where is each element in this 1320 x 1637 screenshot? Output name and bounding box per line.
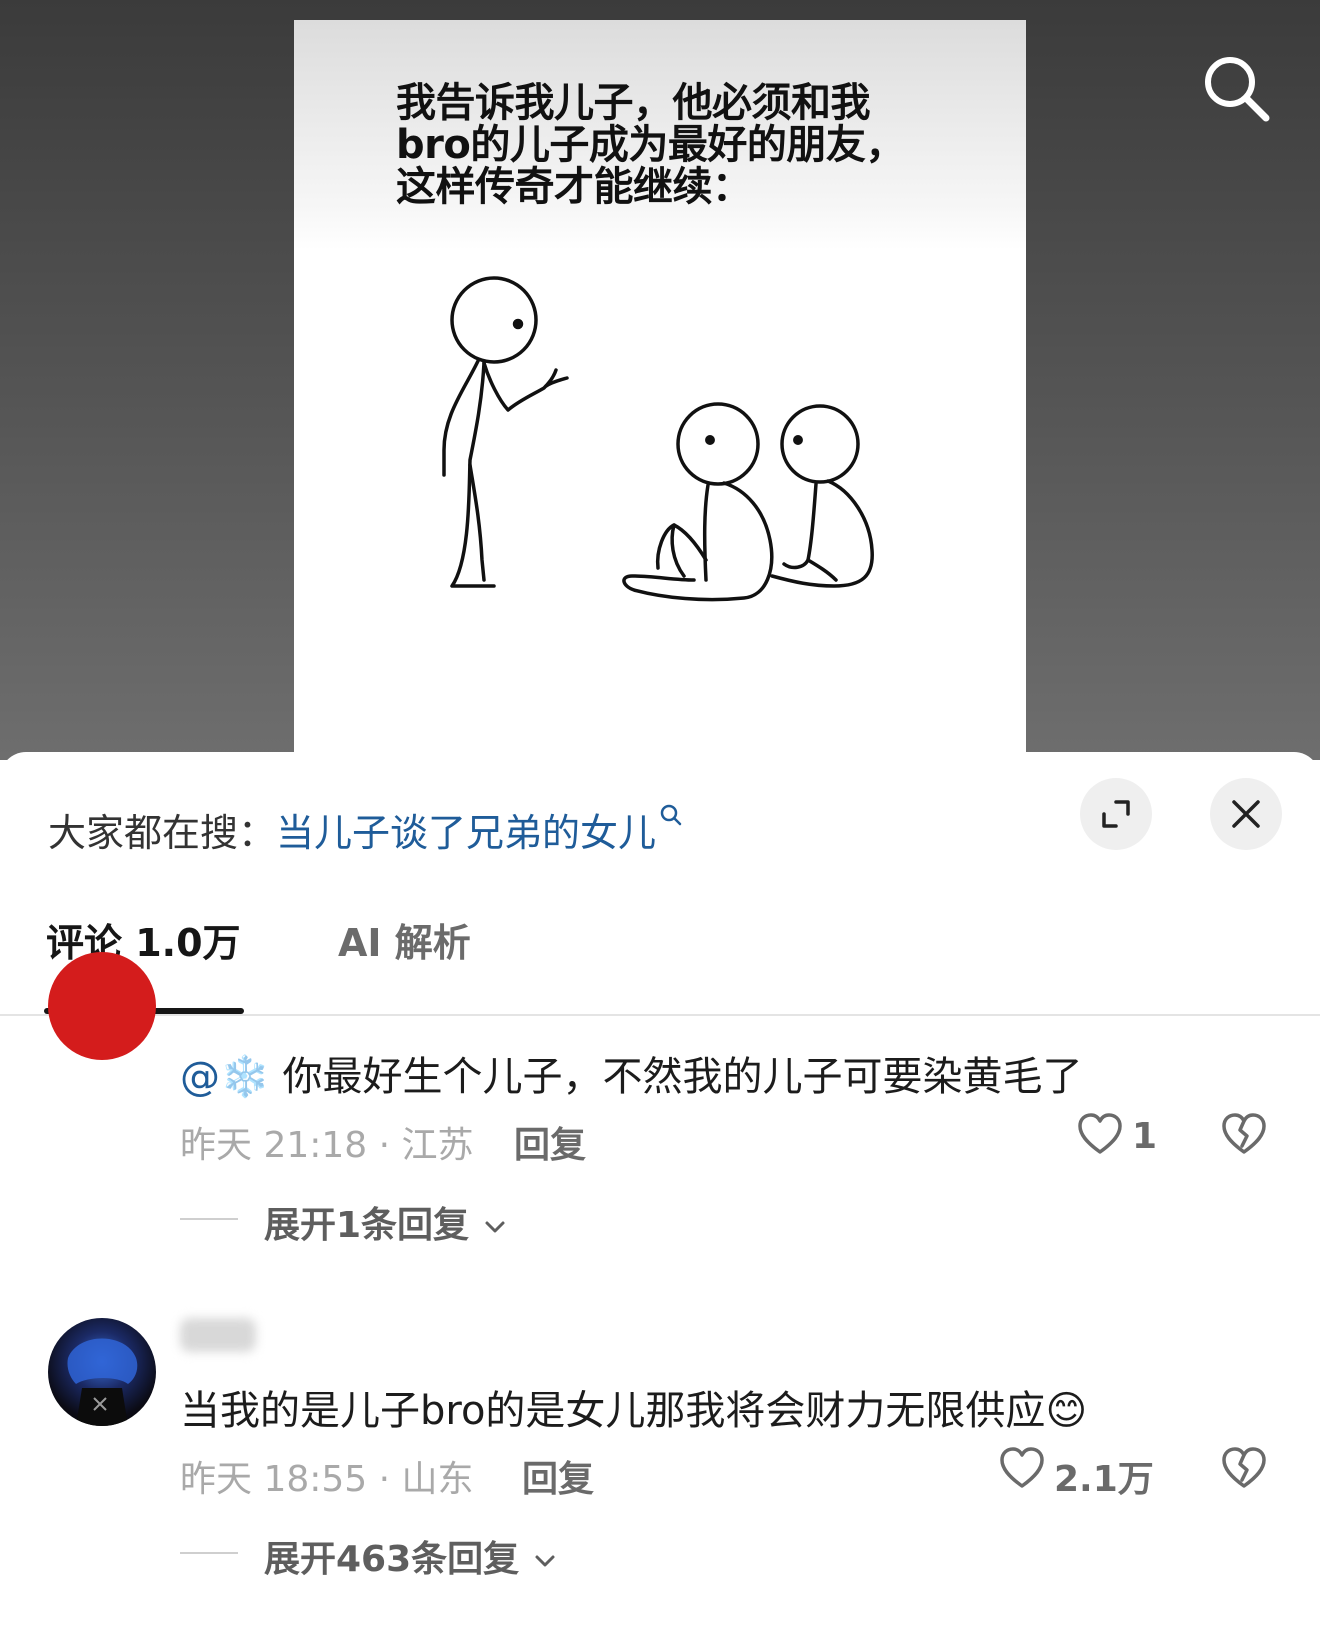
expand-replies-label: 展开1条回复 — [264, 1205, 470, 1246]
hot-search-prefix: 大家都在搜： — [48, 811, 277, 855]
video-search-button[interactable] — [1196, 48, 1280, 132]
hot-search-row: 大家都在搜：当儿子谈了兄弟的女儿 — [48, 802, 684, 857]
expand-icon — [1102, 800, 1130, 828]
comment-time-location: 昨天 18:55 · 山东 — [180, 1459, 474, 1500]
smile-emoji: 😊 — [1045, 1388, 1088, 1434]
expand-divider — [180, 1552, 238, 1554]
chevron-down-icon — [485, 1221, 505, 1233]
like-button[interactable] — [1076, 1110, 1124, 1162]
tabs-divider — [0, 1014, 1320, 1016]
chevron-down-icon — [535, 1555, 555, 1567]
comment-time-location: 昨天 21:18 · 江苏 — [180, 1125, 474, 1166]
snowflake-emoji: ❄️ — [220, 1054, 270, 1100]
tab-bar: 评论 1.0万 AI 解析 — [0, 912, 1320, 968]
comment-text: @❄️ 你最好生个儿子，不然我的儿子可要染黄毛了 — [180, 1044, 1083, 1102]
dislike-button[interactable] — [1220, 1110, 1268, 1162]
tab-ai-analysis[interactable]: AI 解析 — [338, 912, 471, 967]
video-frame: 我告诉我儿子，他必须和我 bro的儿子成为最好的朋友， 这样传奇才能继续： — [294, 20, 1026, 760]
expand-replies-button[interactable]: 展开1条回复 — [264, 1196, 508, 1248]
comment-body: 你最好生个儿子，不然我的儿子可要染黄毛了 — [269, 1054, 1083, 1100]
mini-search-icon — [660, 804, 682, 826]
avatar[interactable] — [48, 952, 156, 1060]
expand-button[interactable] — [1080, 778, 1152, 850]
mention[interactable]: @ — [180, 1054, 220, 1100]
close-icon — [1232, 800, 1260, 828]
expand-replies-button[interactable]: 展开463条回复 — [264, 1530, 558, 1582]
heart-icon — [1078, 1113, 1122, 1154]
like-count: 2.1万 — [1054, 1459, 1154, 1500]
comment-sheet: 大家都在搜：当儿子谈了兄弟的女儿 评论 1.0万 AI 解析 @❄️ 你最好生个… — [0, 752, 1320, 1637]
video-area[interactable]: 我告诉我儿子，他必须和我 bro的儿子成为最好的朋友， 这样传奇才能继续： — [0, 0, 1320, 760]
close-button[interactable] — [1210, 778, 1282, 850]
expand-replies-label: 展开463条回复 — [264, 1539, 520, 1580]
comment-text: 当我的是儿子bro的是女儿那我将会财力无限供应😊 — [180, 1378, 1087, 1436]
search-icon — [1205, 57, 1270, 122]
like-count: 1 — [1132, 1116, 1158, 1157]
avatar[interactable] — [48, 1318, 156, 1426]
avatar-figure — [67, 1338, 138, 1426]
broken-heart-icon — [1222, 1447, 1266, 1488]
hot-search-link[interactable]: 当儿子谈了兄弟的女儿 — [276, 811, 656, 855]
reply-button[interactable]: 回复 — [514, 1116, 586, 1168]
expand-divider — [180, 1218, 238, 1220]
broken-heart-icon — [1222, 1113, 1266, 1154]
blurred-username — [180, 1318, 256, 1352]
heart-icon — [1000, 1447, 1044, 1488]
comment-body: 当我的是儿子bro的是女儿那我将会财力无限供应 — [180, 1388, 1046, 1434]
like-button[interactable] — [998, 1444, 1046, 1496]
reply-button[interactable]: 回复 — [522, 1450, 594, 1502]
dislike-button[interactable] — [1220, 1444, 1268, 1496]
stick-figure-illustration — [442, 276, 874, 602]
